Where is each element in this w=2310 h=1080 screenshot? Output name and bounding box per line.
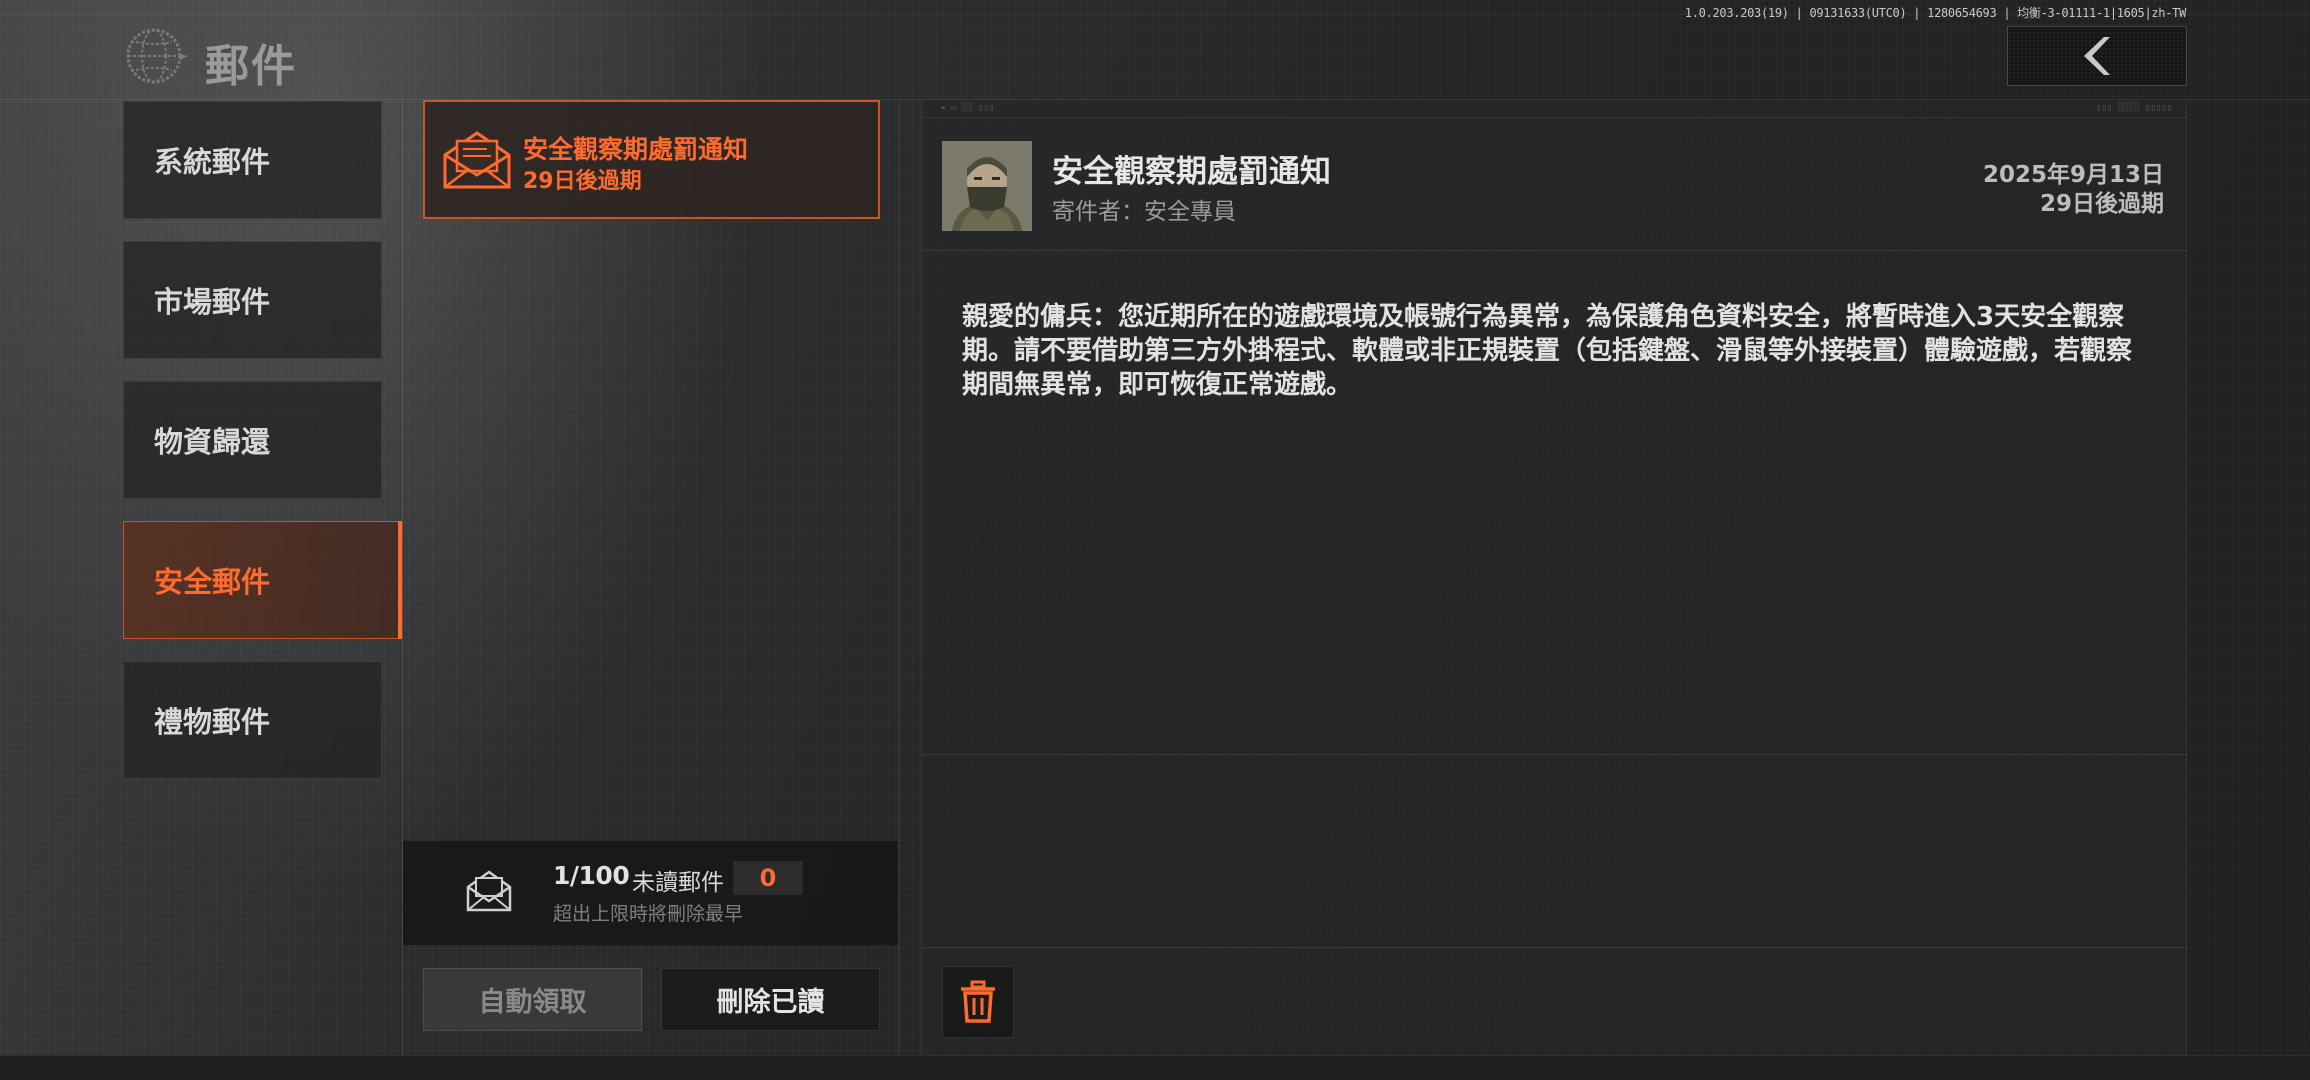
mail-body-text: 親愛的傭兵：您近期所在的遊戲環境及帳號行為異常，為保護角色資料安全，將暫時進入3… xyxy=(962,302,2133,400)
unread-count-badge: 0 xyxy=(733,861,803,895)
decorative-marks: ◂ ▭ ░░ ▯▯▯ xyxy=(940,103,995,113)
soldier-portrait xyxy=(942,141,1032,231)
delete-mail-button[interactable] xyxy=(942,966,1014,1038)
sidebar-item-label: 安全郵件 xyxy=(154,565,271,599)
trash-icon xyxy=(961,980,995,1023)
sender-avatar xyxy=(942,141,1032,231)
sidebar-item-system-mail[interactable]: 系統郵件 xyxy=(123,101,382,219)
sidebar-item-security-mail[interactable]: 安全郵件 xyxy=(123,521,402,639)
chevron-left-icon xyxy=(2084,37,2110,75)
mail-item-expiry: 29日後過期 xyxy=(523,169,642,194)
version-info: 1.0.203.203(19) | 09131633(UTC0) | 12806… xyxy=(1684,6,2187,20)
envelope-open-icon xyxy=(466,870,512,912)
mail-expiry: 29日後過期 xyxy=(2039,191,2164,217)
unread-label: 未讀郵件 xyxy=(632,870,724,896)
sidebar-item-label: 市場郵件 xyxy=(154,285,271,319)
sidebar-item-label: 禮物郵件 xyxy=(154,705,271,739)
header-divider xyxy=(922,250,2188,251)
mail-detail-panel: ◂ ▭ ░░ ▯▯▯ ▯▯▯ ░░░░ ▯▯▯▯▯ 安全觀察期處罰通知 寄件者：… xyxy=(921,100,2188,1055)
sidebar-item-supply-return[interactable]: 物資歸還 xyxy=(123,381,382,499)
mail-detail-title: 安全觀察期處罰通知 xyxy=(1052,154,1331,190)
mail-item-title: 安全觀察期處罰通知 xyxy=(523,135,749,164)
mail-count: 1/100 xyxy=(553,861,630,890)
sidebar-item-market-mail[interactable]: 市場郵件 xyxy=(123,241,382,359)
decorative-header-strip: ◂ ▭ ░░ ▯▯▯ ▯▯▯ ░░░░ ▯▯▯▯▯ xyxy=(922,100,2188,118)
envelope-icon xyxy=(443,131,511,189)
sidebar-item-label: 系統郵件 xyxy=(154,145,271,179)
globe-icon xyxy=(126,28,188,84)
sidebar-item-gift-mail[interactable]: 禮物郵件 xyxy=(123,661,382,779)
mail-list-item[interactable]: 安全觀察期處罰通知 29日後過期 xyxy=(423,100,880,219)
delete-read-button[interactable]: 刪除已讀 xyxy=(661,968,880,1031)
back-button[interactable] xyxy=(2007,26,2187,86)
mail-stats-panel: 1/100 未讀郵件 0 超出上限時將刪除最早 xyxy=(403,840,898,945)
footer-divider xyxy=(922,947,2188,948)
page-title: 郵件 xyxy=(205,41,297,92)
decorative-marks: ▯▯▯ ░░░░ ▯▯▯▯▯ xyxy=(2096,103,2172,113)
body-divider xyxy=(922,754,2188,755)
bottom-strip xyxy=(0,1055,2310,1080)
sidebar-item-label: 物資歸還 xyxy=(154,425,271,459)
mail-sender: 寄件者：安全專員 xyxy=(1052,199,1236,225)
auto-claim-button[interactable]: 自動領取 xyxy=(423,968,642,1031)
column-divider xyxy=(898,100,899,1055)
limit-note: 超出上限時將刪除最早 xyxy=(553,903,744,925)
